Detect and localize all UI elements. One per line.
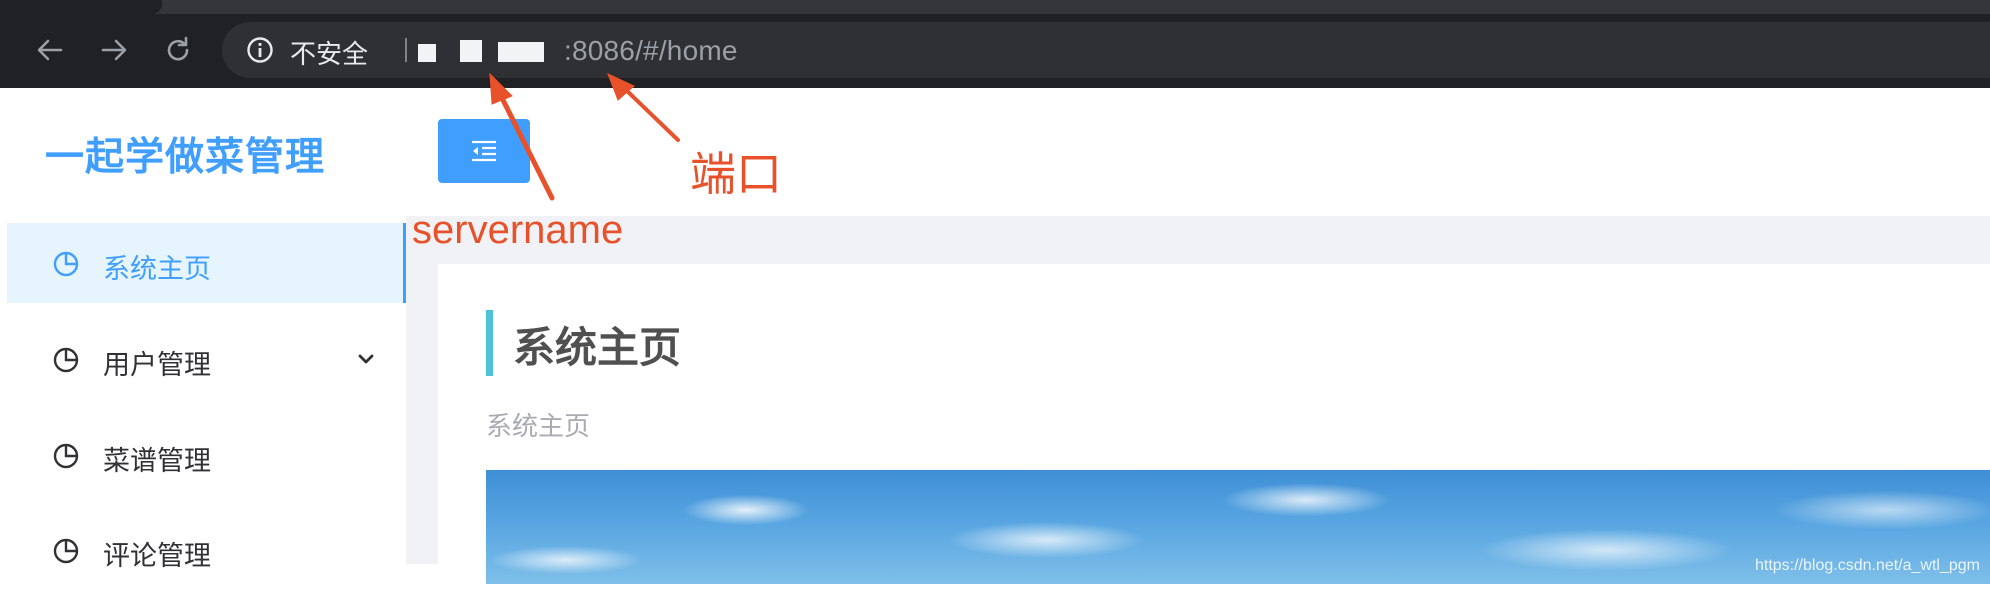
- pie-chart-icon: [53, 251, 79, 277]
- address-divider: [405, 38, 407, 62]
- redacted-hostname: [498, 42, 544, 62]
- browser-toolbar: 不安全 :8086/#/home: [0, 0, 1990, 88]
- info-icon[interactable]: [246, 36, 274, 64]
- main-content: 系统主页 系统主页 https://blog.csdn.net/a_wtl_pg…: [406, 88, 1990, 584]
- tab-strip: [0, 0, 1990, 14]
- arrow-right-icon: [101, 39, 127, 61]
- redacted-hostname: [418, 44, 436, 62]
- sidebar-item-home[interactable]: 系统主页: [7, 223, 408, 303]
- port-annotation: 端口: [690, 147, 782, 201]
- sidebar-item-recipes[interactable]: 菜谱管理: [7, 415, 406, 495]
- page-title: 系统主页: [513, 323, 682, 372]
- collapse-menu-button[interactable]: [438, 119, 530, 183]
- watermark: https://blog.csdn.net/a_wtl_pgm: [1754, 557, 1980, 574]
- title-accent-bar: [486, 310, 493, 376]
- app-brand: 一起学做菜管理: [45, 135, 326, 180]
- security-status[interactable]: 不安全: [290, 34, 368, 71]
- browser-tab[interactable]: [0, 0, 162, 14]
- back-button[interactable]: [30, 30, 70, 70]
- address-bar[interactable]: 不安全 :8086/#/home: [222, 22, 1990, 78]
- reload-icon: [167, 36, 189, 61]
- redacted-hostname: [460, 40, 482, 62]
- sky-banner-image: https://blog.csdn.net/a_wtl_pgm: [486, 470, 1990, 584]
- menu-fold-icon: [472, 140, 496, 162]
- sidebar-item-comments[interactable]: 评论管理: [7, 510, 406, 590]
- arrow-left-icon: [37, 39, 63, 61]
- url-text[interactable]: :8086/#/home: [564, 35, 738, 67]
- pie-chart-icon: [53, 347, 79, 373]
- sidebar: 一起学做菜管理 系统主页 用户管理 菜谱管理 评论管理: [0, 88, 408, 572]
- top-header: [406, 88, 1990, 216]
- forward-button[interactable]: [94, 30, 134, 70]
- servername-annotation: servername: [412, 208, 624, 252]
- pie-chart-icon: [53, 538, 79, 564]
- home-card: 系统主页 系统主页 https://blog.csdn.net/a_wtl_pg…: [438, 264, 1990, 584]
- chevron-down-icon[interactable]: [356, 349, 376, 369]
- sidebar-item-label: 系统主页: [103, 254, 211, 285]
- sidebar-item-label: 评论管理: [103, 541, 211, 572]
- page-subtitle: 系统主页: [486, 412, 591, 442]
- sidebar-item-users[interactable]: 用户管理: [7, 319, 406, 399]
- reload-button[interactable]: [158, 30, 198, 70]
- sidebar-item-label: 菜谱管理: [103, 446, 211, 477]
- sidebar-item-label: 用户管理: [103, 350, 211, 381]
- pie-chart-icon: [53, 443, 79, 469]
